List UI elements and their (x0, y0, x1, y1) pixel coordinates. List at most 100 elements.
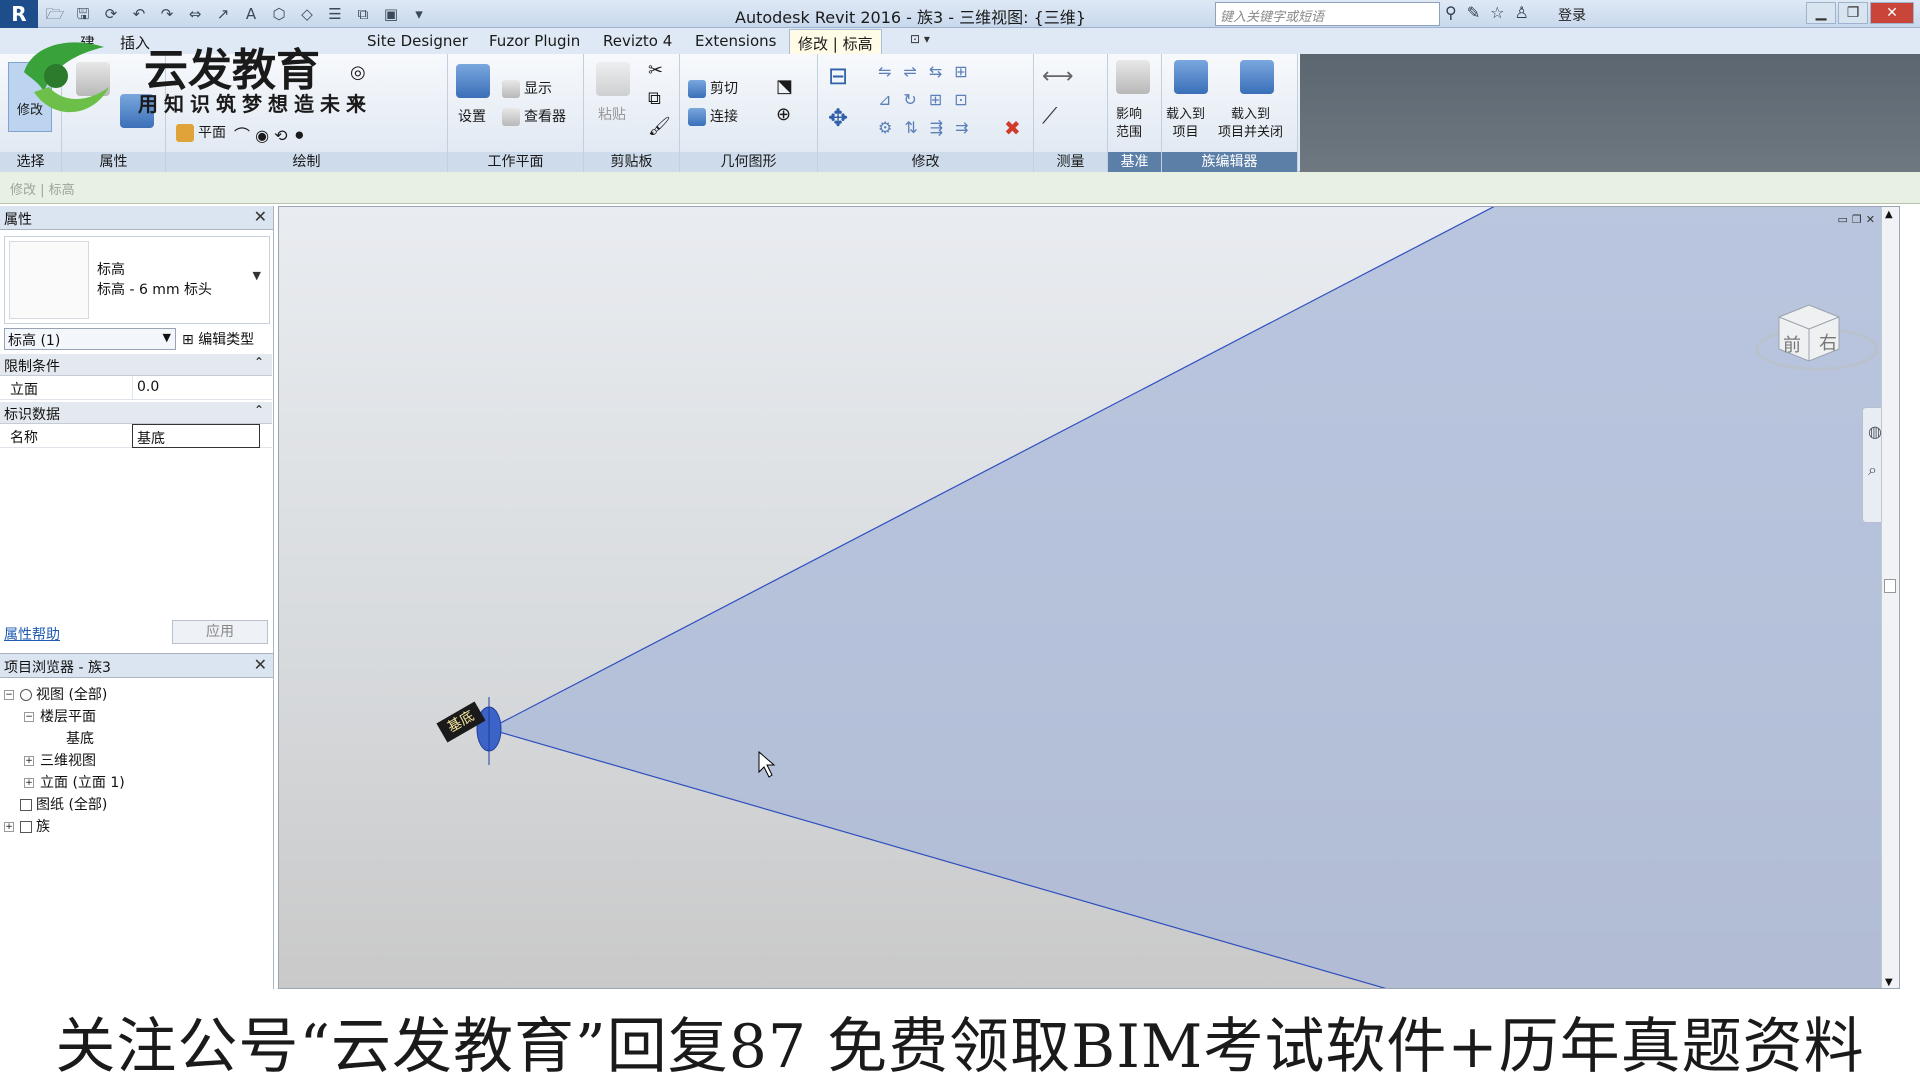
level-plane-fill (489, 207, 1883, 988)
name-value-field[interactable]: 基底 (132, 424, 260, 448)
save-icon[interactable]: 🖫 (72, 3, 94, 25)
panel-label-clipboard: 剪贴板 (584, 152, 679, 172)
copy-icon[interactable]: ⧉ (648, 88, 661, 109)
tree-node-views[interactable]: − 视图 (全部) (4, 684, 107, 704)
scroll-down-icon[interactable]: ▼ (1885, 977, 1893, 988)
switch-windows-icon[interactable]: ▣ (380, 3, 402, 25)
property-row-name: 名称 基底 (0, 424, 272, 448)
undo-icon[interactable]: ↶ (128, 3, 150, 25)
level-plane-graphic (476, 207, 1883, 988)
viewcube-face-right[interactable]: 右 (1819, 329, 1837, 355)
elevation-value-field[interactable]: 0.0 (132, 376, 260, 400)
tab-extensions[interactable]: Extensions (695, 32, 776, 50)
tree-node-sheets[interactable]: 图纸 (全部) (20, 794, 107, 814)
close-view-icon[interactable]: ✕ (1866, 213, 1875, 226)
restore-button[interactable]: ❐ (1838, 2, 1868, 24)
panel-label-measure: 测量 (1034, 152, 1107, 172)
tree-node-level-base[interactable]: 基底 (66, 728, 94, 748)
join-geometry-button[interactable]: 连接 (688, 106, 738, 126)
binoculars-icon[interactable]: ⚲ (1445, 3, 1457, 22)
move-icon[interactable]: ✥ (828, 104, 848, 132)
measure-icon[interactable]: ⇔ (184, 3, 206, 25)
scroll-thumb[interactable] (1884, 579, 1896, 593)
3d-view-canvas[interactable]: 基底 ▭ ❐ ✕ 前 右 ◍ ⌕ ▲ ▼ (278, 206, 1900, 989)
edit-type-button[interactable]: ⊞ 编辑类型 (182, 329, 254, 349)
dimension-icon[interactable]: ↗ (212, 3, 234, 25)
align-icon[interactable]: ⊟ (828, 62, 848, 90)
group-identity-data[interactable]: 标识数据 ⌃ (0, 402, 272, 424)
workplane-set-icon[interactable] (456, 64, 490, 98)
load-into-project-close-button[interactable]: 载入到 项目并关闭 (1218, 106, 1283, 142)
cut-geometry-button[interactable]: 剪切 (688, 78, 738, 98)
views-icon (20, 689, 32, 701)
chevron-down-icon[interactable]: ▼ (253, 269, 261, 282)
measure-along-icon[interactable]: ⟋ (1042, 104, 1057, 129)
tab-fuzor-plugin[interactable]: Fuzor Plugin (489, 32, 580, 50)
viewcube-face-front[interactable]: 前 (1783, 331, 1801, 357)
tab-modify-level[interactable]: 修改 | 标高 (789, 29, 882, 54)
close-button[interactable]: ✕ (1870, 2, 1914, 24)
viewer-button[interactable]: 查看器 (502, 106, 566, 126)
text-icon[interactable]: A (240, 3, 262, 25)
user-icon[interactable]: ♙ (1514, 3, 1528, 22)
mirror-icons[interactable]: ⇋⇌⇆⊞ (878, 62, 980, 81)
tab-site-designer[interactable]: Site Designer (367, 32, 468, 50)
scroll-up-icon[interactable]: ▲ (1885, 209, 1893, 220)
thin-lines-icon[interactable]: ☰ (324, 3, 346, 25)
panel-workplane: 设置 显示 查看器 工作平面 (448, 54, 584, 172)
redo-icon[interactable]: ↷ (156, 3, 178, 25)
split-face-icon[interactable]: ⊕ (776, 104, 791, 125)
tab-revizto[interactable]: Revizto 4 (603, 32, 672, 50)
viewcube-icon[interactable] (1749, 287, 1879, 387)
wall-joins-icon[interactable]: ⬔ (776, 76, 793, 97)
group-constraints[interactable]: 限制条件 ⌃ (0, 354, 272, 376)
close-hidden-icon[interactable]: ⧉ (352, 3, 374, 25)
tree-node-floor-plans[interactable]: − 楼层平面 (24, 706, 96, 726)
minimize-button[interactable]: ▁ (1806, 2, 1836, 24)
browser-close-icon[interactable]: ✕ (254, 655, 267, 674)
viewport-scrollbar[interactable]: ▲ ▼ (1881, 207, 1899, 988)
type-selector[interactable]: 标高 标高 - 6 mm 标头 ▼ (4, 236, 270, 324)
load-into-project-close-icon[interactable] (1240, 60, 1274, 94)
zoom-icon[interactable]: ⌕ (1868, 460, 1877, 480)
instance-filter-dropdown[interactable]: 标高 (1) ▼ (4, 328, 176, 350)
panel-label-select[interactable]: 选择 (0, 152, 61, 172)
match-type-icon[interactable]: 🖌 (648, 116, 671, 137)
panel-datum: 影响 范围 基准 (1108, 54, 1162, 172)
cut-scissors-icon[interactable]: ✂ (648, 60, 663, 81)
scope-box-button[interactable]: 影响 范围 (1116, 106, 1142, 142)
tree-node-families[interactable]: + 族 (4, 816, 50, 836)
trim-icons[interactable]: ⚙⇅⇶⇉ (878, 118, 981, 137)
open-icon[interactable]: 🗁 (44, 3, 66, 25)
tab-overflow-icon[interactable]: ⊡ ▾ (910, 32, 930, 46)
project-browser: 项目浏览器 - 族3 ✕ − 视图 (全部) − 楼层平面 基底 + 三维视图 + 立面… (0, 653, 274, 989)
subscription-icon[interactable]: ✎ (1467, 3, 1480, 22)
properties-help-link[interactable]: 属性帮助 (4, 624, 60, 644)
customize-qat-icon[interactable]: ▾ (408, 3, 430, 25)
apply-button[interactable]: 应用 (172, 620, 268, 644)
set-button[interactable]: 设置 (458, 106, 486, 126)
load-into-project-button[interactable]: 载入到 项目 (1166, 106, 1205, 142)
paste-button[interactable]: 粘贴 (598, 104, 626, 124)
steering-wheel-icon[interactable]: ◍ (1868, 422, 1882, 441)
3d-view-icon[interactable]: ⬡ (268, 3, 290, 25)
minimize-view-icon[interactable]: ▭ (1838, 213, 1848, 226)
sync-icon[interactable]: ⟳ (100, 3, 122, 25)
offset-icons[interactable]: ⊿↻⊞⊡ (878, 90, 980, 109)
favorites-star-icon[interactable]: ☆ (1490, 3, 1504, 22)
login-link[interactable]: 登录 (1558, 5, 1586, 25)
paste-icon[interactable] (596, 62, 630, 96)
show-button[interactable]: 显示 (502, 78, 552, 98)
load-into-project-icon[interactable] (1174, 60, 1208, 94)
viewport-window-controls: ▭ ❐ ✕ (1838, 213, 1876, 226)
help-search-input[interactable]: 键入关键字或短语 (1215, 2, 1440, 26)
tree-node-3d-views[interactable]: + 三维视图 (24, 750, 96, 770)
scope-box-icon[interactable] (1116, 60, 1150, 94)
application-menu-button[interactable]: R (0, 0, 38, 28)
measure-between-icon[interactable]: ⟷ (1042, 64, 1074, 89)
section-icon[interactable]: ◇ (296, 3, 318, 25)
delete-icon[interactable]: ✖ (1004, 116, 1021, 140)
tree-node-elevations[interactable]: + 立面 (立面 1) (24, 772, 125, 792)
restore-view-icon[interactable]: ❐ (1852, 213, 1862, 226)
properties-close-icon[interactable]: ✕ (254, 207, 267, 226)
